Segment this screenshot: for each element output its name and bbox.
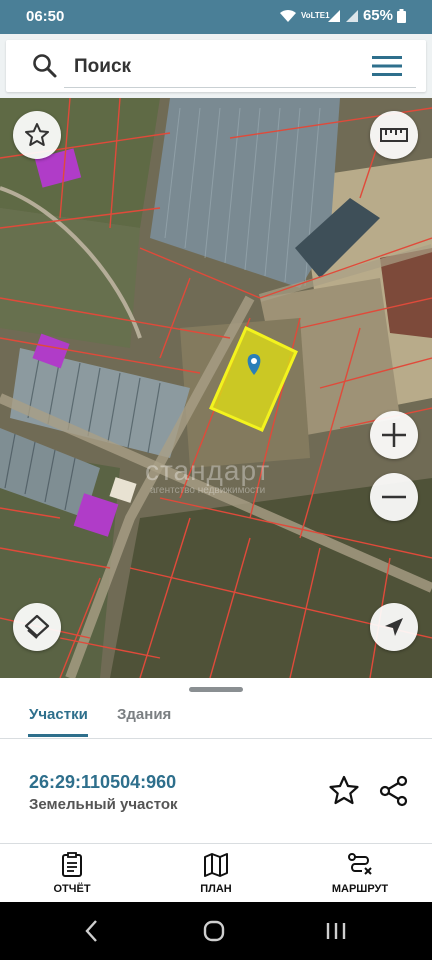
- home-icon[interactable]: [202, 918, 228, 944]
- map-plan-icon: [204, 853, 228, 877]
- favorites-map-button[interactable]: [13, 111, 61, 159]
- star-icon: [25, 123, 49, 146]
- search-icon[interactable]: [32, 53, 58, 79]
- ruler-button[interactable]: [370, 111, 418, 159]
- battery-percent: 65%: [362, 7, 393, 24]
- signal-icon-2: [345, 9, 358, 22]
- plan-button[interactable]: ПЛАН: [144, 844, 288, 902]
- network-label: VoLTE1: [300, 10, 330, 20]
- my-location-button[interactable]: [370, 603, 418, 651]
- plan-label: ПЛАН: [200, 883, 232, 895]
- parcel-cadastral-number[interactable]: 26:29:110504:960: [29, 772, 176, 793]
- tab-buildings[interactable]: Здания: [117, 706, 171, 723]
- menu-icon[interactable]: [372, 55, 402, 77]
- back-icon[interactable]: [82, 918, 102, 944]
- navigation-arrow-icon: [385, 618, 403, 636]
- minus-icon: [382, 495, 406, 499]
- report-label: ОТЧЁТ: [53, 883, 91, 895]
- share-icon[interactable]: [378, 775, 410, 807]
- search-underline: [64, 87, 416, 88]
- route-label: МАРШРУТ: [331, 883, 389, 895]
- tab-bar: Участки Здания: [0, 696, 432, 739]
- status-icons: VoLTE1 65%: [279, 7, 406, 24]
- zoom-out-button[interactable]: [370, 473, 418, 521]
- action-bar: ОТЧЁТ ПЛАН МАРШРУТ: [0, 844, 432, 902]
- status-time: 06:50: [26, 8, 65, 25]
- route-icon: [348, 853, 372, 875]
- map-watermark: стандарт агентство недвижимости: [145, 455, 270, 496]
- zoom-in-button[interactable]: [370, 411, 418, 459]
- plus-icon: [382, 423, 406, 447]
- watermark-subtitle: агентство недвижимости: [150, 485, 266, 496]
- map-view[interactable]: стандарт агентство недвижимости: [0, 98, 432, 678]
- report-button[interactable]: ОТЧЁТ: [0, 844, 144, 902]
- search-input[interactable]: Поиск: [74, 56, 131, 78]
- route-button[interactable]: МАРШРУТ: [288, 844, 432, 902]
- layers-button[interactable]: [13, 603, 61, 651]
- parcel-type: Земельный участок: [29, 796, 178, 813]
- bottom-sheet: Участки Здания 26:29:110504:960 Земельны…: [0, 678, 432, 902]
- battery-icon: [397, 8, 406, 23]
- sheet-drag-handle[interactable]: [189, 687, 243, 692]
- favorite-star-icon[interactable]: [328, 775, 360, 805]
- system-nav-bar: [0, 902, 432, 960]
- ruler-icon: [380, 128, 408, 142]
- search-bar[interactable]: Поиск: [6, 40, 426, 92]
- report-icon: [62, 852, 82, 877]
- satellite-map[interactable]: [0, 98, 432, 678]
- status-bar: 06:50 VoLTE1 65%: [0, 0, 432, 34]
- recents-icon[interactable]: [324, 918, 348, 944]
- signal-icon: [327, 9, 340, 22]
- layers-icon: [24, 614, 50, 639]
- top-area: Поиск: [0, 34, 432, 98]
- tab-parcels[interactable]: Участки: [29, 706, 88, 723]
- wifi-icon: [279, 9, 296, 22]
- active-tab-indicator: [28, 734, 88, 737]
- watermark-title: стандарт: [145, 455, 271, 486]
